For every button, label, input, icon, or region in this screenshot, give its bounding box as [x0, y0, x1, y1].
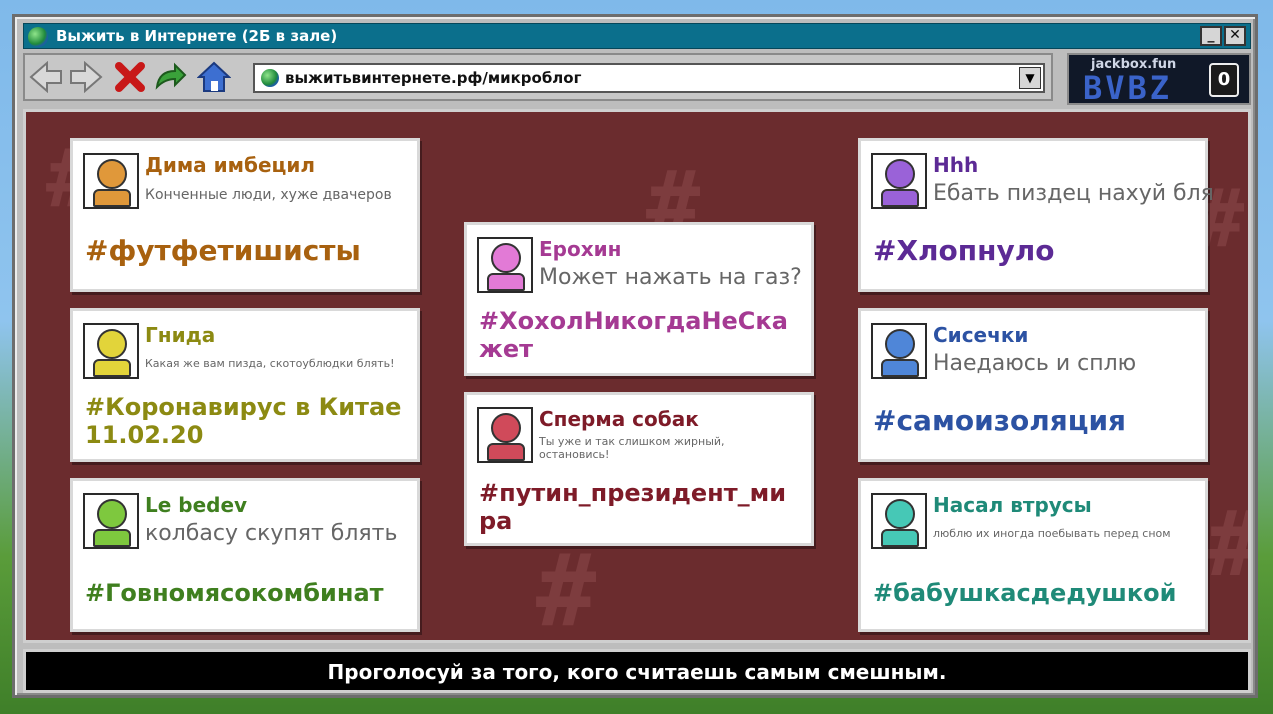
address-bar[interactable]: выжитьвинтернете.рф/микроблог ▼ — [253, 63, 1045, 93]
stop-x-icon[interactable] — [113, 61, 147, 93]
avatar — [871, 153, 927, 209]
avatar — [871, 493, 927, 549]
avatar — [83, 323, 139, 379]
avatar — [871, 323, 927, 379]
instruction-bar: Проголосуй за того, кого считаешь самым … — [23, 649, 1251, 693]
post-author: Дима имбецил — [145, 153, 316, 177]
close-button[interactable]: ✕ — [1224, 26, 1246, 46]
post-card[interactable]: Сисечки Наедаюсь и сплю #самоизоляция — [858, 308, 1208, 462]
post-card[interactable]: Насал втрусы люблю их иногда поебывать п… — [858, 478, 1208, 632]
post-message: колбасу скупят блять — [145, 521, 398, 546]
title-bar: Выжить в Интернете (2Б в зале) _ ✕ — [23, 23, 1251, 49]
minimize-button[interactable]: _ — [1200, 26, 1222, 46]
post-hashtag: #ХохолНикогдаНеСкажет — [479, 307, 788, 363]
hash-pattern: # — [1206, 492, 1248, 597]
post-card[interactable]: Дима имбецил Конченные люди, хуже двачер… — [70, 138, 420, 292]
toolbar: выжитьвинтернете.рф/микроблог ▼ — [23, 53, 1053, 101]
window-title: Выжить в Интернете (2Б в зале) — [56, 27, 338, 45]
room-code: BVBZ — [1083, 69, 1173, 105]
post-author: Hhh — [933, 153, 979, 177]
post-message: Наедаюсь и сплю — [933, 351, 1137, 376]
post-author: Le bedev — [145, 493, 248, 517]
post-hashtag: #самоизоляция — [873, 404, 1127, 437]
post-message: Ты уже и так слишком жирный, остановись! — [539, 435, 725, 461]
post-author: Насал втрусы — [933, 493, 1092, 517]
globe-icon — [261, 69, 279, 87]
forward-arrow-icon[interactable] — [69, 61, 103, 93]
address-text[interactable]: выжитьвинтернете.рф/микроблог — [285, 69, 581, 87]
post-card[interactable]: Hhh Ебать пиздец нахуй бля #Хлопнуло — [858, 138, 1214, 292]
audience-count: 0 — [1209, 63, 1239, 97]
room-code-panel: jackbox.fun BVBZ 0 — [1067, 53, 1251, 105]
post-hashtag: #путин_президент_мира — [479, 479, 787, 535]
globe-icon — [28, 27, 48, 47]
avatar — [477, 237, 533, 293]
post-message: Какая же вам пизда, скотоублюдки блять! — [145, 357, 395, 370]
browser-window: Выжить в Интернете (2Б в зале) _ ✕ выжит… — [12, 14, 1258, 698]
avatar — [477, 407, 533, 463]
post-card[interactable]: Ерохин Может нажать на газ? #ХохолНикогд… — [464, 222, 814, 376]
post-card[interactable]: Гнида Какая же вам пизда, скотоублюдки б… — [70, 308, 420, 462]
post-hashtag: #Хлопнуло — [873, 234, 1055, 267]
back-arrow-icon[interactable] — [29, 61, 63, 93]
address-dropdown-button[interactable]: ▼ — [1019, 67, 1041, 89]
vote-instruction: Проголосуй за того, кого считаешь самым … — [327, 660, 947, 684]
post-author: Ерохин — [539, 237, 622, 261]
post-card[interactable]: Le bedev колбасу скупят блять #Говномясо… — [70, 478, 420, 632]
post-hashtag: #Говномясокомбинат — [85, 579, 384, 607]
post-author: Сисечки — [933, 323, 1029, 347]
avatar — [83, 493, 139, 549]
home-icon[interactable] — [197, 61, 231, 93]
microblog-board: # # # # # Дима имбецил Конченные люди, х… — [23, 109, 1251, 643]
post-card[interactable]: Сперма собак Ты уже и так слишком жирный… — [464, 392, 814, 546]
post-hashtag: #бабушкасдедушкой — [873, 579, 1177, 607]
post-message: Ебать пиздец нахуй бля — [933, 181, 1214, 206]
avatar — [83, 153, 139, 209]
post-message: Конченные люди, хуже двачеров — [145, 187, 392, 203]
post-author: Сперма собак — [539, 407, 699, 431]
post-hashtag: #футфетишисты — [85, 234, 361, 267]
refresh-arrow-icon[interactable] — [153, 61, 187, 93]
post-hashtag: #Коронавирус в Китае 11.02.20 — [85, 393, 402, 449]
post-message: Может нажать на газ? — [539, 265, 802, 290]
post-message: люблю их иногда поебывать перед сном — [933, 527, 1171, 540]
hash-pattern: # — [536, 532, 597, 643]
post-author: Гнида — [145, 323, 216, 347]
